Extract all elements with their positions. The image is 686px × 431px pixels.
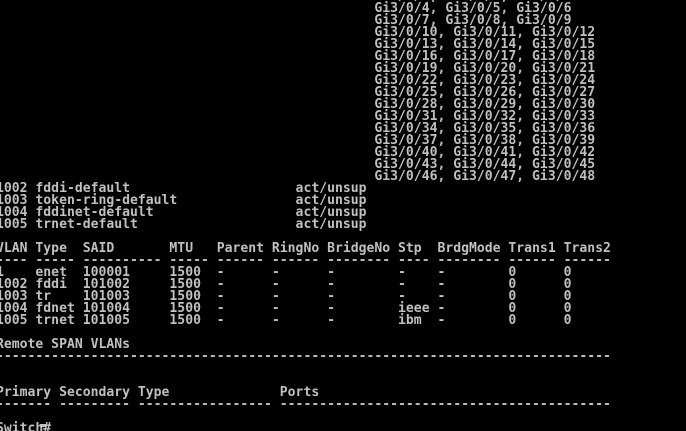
terminal-line: ----------------------------------------…: [0, 349, 611, 364]
terminal-line: ------- --------- ----------------- ----…: [0, 397, 611, 412]
terminal-window[interactable]: 1 default active Gi3/0/1, Gi3/0/2, Gi3/0…: [0, 0, 686, 431]
terminal-line: 1005 trnet-default act/unsup: [0, 217, 367, 232]
terminal-line: Switch#: [0, 421, 52, 431]
text-cursor: [40, 424, 47, 427]
terminal-output: 1 default active Gi3/0/1, Gi3/0/2, Gi3/0…: [0, 0, 611, 431]
terminal-line: 1005 trnet 101005 1500 - - - ibm - 0 0: [0, 313, 572, 328]
